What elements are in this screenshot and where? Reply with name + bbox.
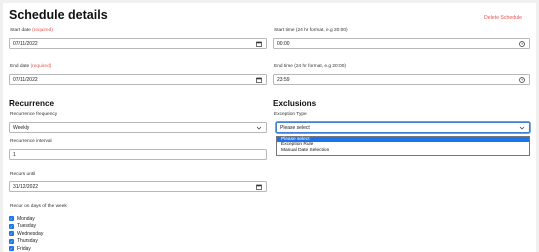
delete-schedule-link[interactable]: Delete Schedule	[484, 15, 522, 21]
exception-type-label: Exception Type	[274, 112, 307, 117]
schedule-details-panel: Schedule details Delete Schedule Start d…	[3, 3, 536, 252]
recurrence-frequency-label: Recurrence frequency	[10, 112, 58, 117]
end-date-label: End date (required)	[10, 64, 51, 69]
exception-type-options: Please select Exception Rule Manual Date…	[276, 136, 530, 156]
day-checkbox-thursday[interactable]: ✓ Thursday	[9, 238, 43, 246]
start-date-label-text: Start date	[10, 28, 31, 33]
recur-days-label: Recur on days of the week	[10, 204, 67, 209]
start-date-input[interactable]: 07/11/2022	[9, 38, 267, 49]
recurrence-interval-label: Recurrence interval	[10, 139, 52, 144]
start-date-required: (required)	[32, 28, 53, 33]
checkbox-checked-icon[interactable]: ✓	[9, 223, 14, 229]
chevron-down-icon	[256, 125, 262, 133]
day-label: Thursday	[17, 238, 38, 245]
start-date-label: Start date (required)	[10, 28, 53, 33]
day-checkbox-tuesday[interactable]: ✓ Tuesday	[9, 223, 43, 231]
option-manual-date-selection[interactable]: Manual Date Selection	[277, 148, 529, 153]
calendar-icon[interactable]	[256, 41, 262, 47]
exception-type-value: Please select	[280, 124, 310, 131]
end-date-value: 07/11/2022	[13, 76, 38, 83]
day-checkbox-monday[interactable]: ✓ Monday	[9, 215, 43, 223]
start-time-input[interactable]: 00:00	[273, 38, 530, 49]
day-label: Tuesday	[17, 223, 36, 230]
day-checkbox-friday[interactable]: ✓ Friday	[9, 245, 43, 252]
recurs-until-input[interactable]: 31/12/2022	[9, 181, 267, 192]
day-checkbox-wednesday[interactable]: ✓ Wednesday	[9, 230, 43, 238]
exclusions-heading: Exclusions	[273, 99, 317, 108]
end-date-label-text: End date	[10, 64, 30, 69]
recurrence-interval-input[interactable]: 1	[9, 149, 267, 160]
clock-icon[interactable]	[519, 41, 525, 47]
recurrence-heading: Recurrence	[9, 99, 55, 108]
calendar-icon[interactable]	[256, 184, 262, 190]
day-label: Friday	[17, 245, 31, 252]
checkbox-checked-icon[interactable]: ✓	[9, 231, 14, 237]
start-time-value: 00:00	[277, 40, 290, 47]
checkbox-checked-icon[interactable]: ✓	[9, 216, 14, 222]
recurrence-frequency-value: Weekly	[13, 124, 30, 131]
start-time-label: Start time (24 hr format, e.g 20:00)	[274, 28, 348, 33]
recurs-until-value: 31/12/2022	[13, 183, 39, 190]
chevron-down-icon	[519, 125, 525, 133]
recurrence-frequency-select[interactable]: Weekly	[9, 122, 267, 133]
end-time-label: End time (24 hr format, e.g 20:00)	[274, 64, 346, 69]
recurs-until-label: Recurs until	[10, 172, 36, 177]
page-title: Schedule details	[9, 8, 108, 22]
calendar-icon[interactable]	[256, 77, 262, 83]
exception-type-select[interactable]: Please select	[276, 122, 530, 133]
end-date-required: (required)	[30, 64, 52, 69]
end-date-input[interactable]: 07/11/2022	[9, 74, 267, 85]
end-time-value: 23:59	[277, 76, 290, 83]
end-time-input[interactable]: 23:59	[273, 74, 530, 85]
start-date-value: 07/11/2022	[13, 40, 38, 47]
checkbox-checked-icon[interactable]: ✓	[9, 246, 14, 252]
checkbox-checked-icon[interactable]: ✓	[9, 238, 14, 244]
day-label: Monday	[17, 215, 35, 222]
recurrence-interval-value: 1	[13, 151, 16, 158]
day-label: Wednesday	[17, 230, 44, 237]
clock-icon[interactable]	[519, 77, 525, 83]
days-of-week-list: ✓ Monday ✓ Tuesday ✓ Wednesday ✓ Thursda…	[9, 215, 43, 252]
